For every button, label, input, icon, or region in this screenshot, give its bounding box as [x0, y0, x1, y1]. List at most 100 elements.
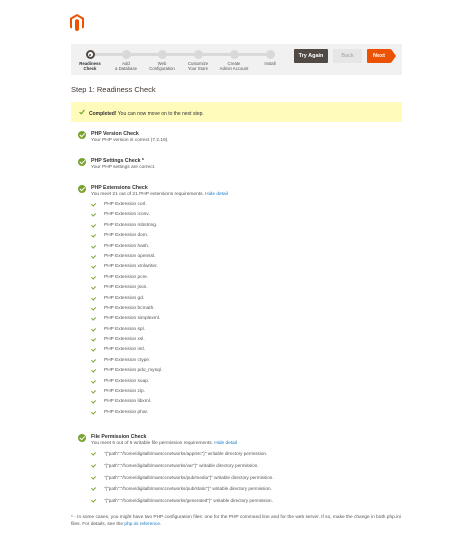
step-dot	[229, 50, 239, 59]
wizard-step-create-admin: Create Admin Account	[214, 44, 254, 71]
extension-label: PHP Extension xsl.	[104, 337, 145, 343]
next-button[interactable]: Next	[367, 49, 391, 63]
tick-icon	[90, 326, 96, 332]
success-check-icon	[78, 131, 86, 139]
hide-detail-link[interactable]: Hide detail	[205, 192, 228, 197]
permission-label: "{"path":"/home/digitalb/marsccnetworks/…	[104, 462, 259, 468]
tick-icon	[90, 388, 96, 394]
extension-label: PHP Extension pcre.	[104, 274, 149, 280]
extension-label: PHP Extension xmlwriter.	[104, 264, 158, 270]
tick-icon	[90, 274, 96, 280]
check-title: PHP Settings Check *	[91, 158, 144, 164]
check-description-text: You meet 21 out of 21 PHP extensions req…	[91, 191, 204, 197]
wizard-step-web-configuration: Web Configuration	[142, 44, 182, 71]
extension-label: PHP Extension iconv.	[104, 212, 150, 218]
tick-icon	[90, 486, 96, 492]
check-title: File Permission Check	[91, 434, 147, 440]
step-label: Customize Your Store	[187, 61, 209, 71]
tick-icon	[90, 243, 96, 249]
extension-label: PHP Extension spl.	[104, 326, 145, 332]
success-check-icon	[78, 434, 86, 442]
extension-label: PHP Extension mbstring.	[104, 222, 158, 228]
tick-icon	[90, 232, 96, 238]
php-ini-reference-link[interactable]: php.ini reference	[124, 522, 160, 527]
check-title: PHP Version Check	[91, 131, 139, 137]
check-description: Your PHP version is correct (7.2.19).	[91, 137, 169, 143]
magento-logo	[70, 14, 84, 32]
tick-icon	[90, 264, 96, 270]
tick-icon	[90, 295, 96, 301]
back-button[interactable]: Back	[333, 49, 362, 63]
step-label: Readiness Check	[79, 61, 101, 71]
tick-icon	[90, 305, 96, 311]
next-arrow-icon[interactable]	[391, 49, 396, 63]
extension-label: PHP Extension soap.	[104, 378, 150, 384]
wizard-step-install: Install	[250, 44, 290, 66]
page-title: Step 1: Readiness Check	[71, 85, 156, 94]
step-label: Create Admin Account	[219, 61, 249, 71]
extension-label: PHP Extension dom.	[104, 233, 149, 239]
wizard-step-readiness-check: Readiness Check	[70, 44, 110, 71]
extension-label: PHP Extension phar.	[104, 409, 149, 415]
check-description-text: You meet 5 out of 5 writable file permis…	[91, 440, 213, 446]
tick-icon	[90, 222, 96, 228]
permission-label: "{"path":"/home/digitalb/marsccnetworks/…	[104, 498, 273, 504]
extension-label: PHP Extension zip.	[104, 389, 145, 395]
success-check-icon	[78, 185, 86, 193]
extension-label: PHP Extension pdo_mysql.	[104, 368, 163, 374]
step-dot-active	[85, 50, 95, 59]
step-label: Add a Database	[115, 61, 137, 71]
extension-label: PHP Extension openssl.	[104, 253, 156, 259]
tick-icon	[90, 284, 96, 290]
tick-icon	[90, 462, 96, 468]
extension-label: PHP Extension libxml.	[104, 399, 152, 405]
check-icon	[79, 109, 85, 115]
step-label: Web Configuration	[149, 61, 175, 71]
check-description: You meet 21 out of 21 PHP extensions req…	[91, 192, 228, 197]
extension-label: PHP Extension curl.	[104, 202, 147, 207]
tick-icon	[90, 367, 96, 373]
footnote: * - In some cases, you might have two PH…	[71, 514, 402, 528]
message-text: Completed! You can now move on to the ne…	[89, 111, 204, 117]
tick-icon	[90, 409, 96, 415]
step-dot	[157, 50, 167, 59]
extension-label: PHP Extension intl.	[104, 347, 145, 353]
tick-icon	[90, 357, 96, 363]
tick-icon	[90, 378, 96, 384]
step-dot	[265, 50, 275, 59]
wizard-step-customize-store: Customize Your Store	[178, 44, 218, 71]
extension-label: PHP Extension json.	[104, 285, 148, 291]
wizard-step-add-database: Add a Database	[106, 44, 146, 71]
step-dot	[193, 50, 203, 59]
extension-label: PHP Extension hash.	[104, 243, 150, 249]
message-strong: Completed!	[89, 111, 117, 117]
tick-icon	[90, 399, 96, 405]
permission-label: "{"path":"/home/digitalb/marsccnetworks/…	[104, 474, 274, 480]
extension-label: PHP Extension gd.	[104, 295, 145, 301]
permission-label: "{"path":"/home/digitalb/marsccnetworks/…	[104, 486, 272, 492]
tick-icon	[90, 316, 96, 321]
check-description: Your PHP settings are correct.	[91, 164, 156, 170]
tick-icon	[90, 201, 96, 207]
try-again-button[interactable]: Try Again	[294, 49, 328, 63]
tick-icon	[90, 450, 96, 456]
permission-label: "{"path":"/home/digitalb/marsccnetworks/…	[104, 451, 268, 456]
tick-icon	[90, 474, 96, 480]
extension-label: PHP Extension simplexml.	[104, 316, 161, 322]
tick-icon	[90, 253, 96, 259]
message-body: You can now move on to the next step.	[116, 111, 204, 117]
success-message: Completed! You can now move on to the ne…	[71, 102, 402, 122]
success-check-icon	[78, 158, 86, 166]
footnote-end: .	[160, 522, 162, 527]
check-description: You meet 5 out of 5 writable file permis…	[91, 441, 237, 446]
hide-detail-link[interactable]: Hide detail	[214, 441, 237, 446]
tick-icon	[90, 347, 96, 353]
step-dot	[121, 50, 131, 59]
step-label: Install	[264, 61, 276, 66]
tick-icon	[90, 212, 96, 218]
extension-label: PHP Extension bcmath.	[104, 305, 155, 311]
footnote-text: * - In some cases, you might have two PH…	[71, 515, 401, 527]
tick-icon	[90, 336, 96, 342]
check-title: PHP Extensions Check	[91, 185, 148, 191]
extension-label: PHP Extension ctype.	[104, 357, 151, 363]
